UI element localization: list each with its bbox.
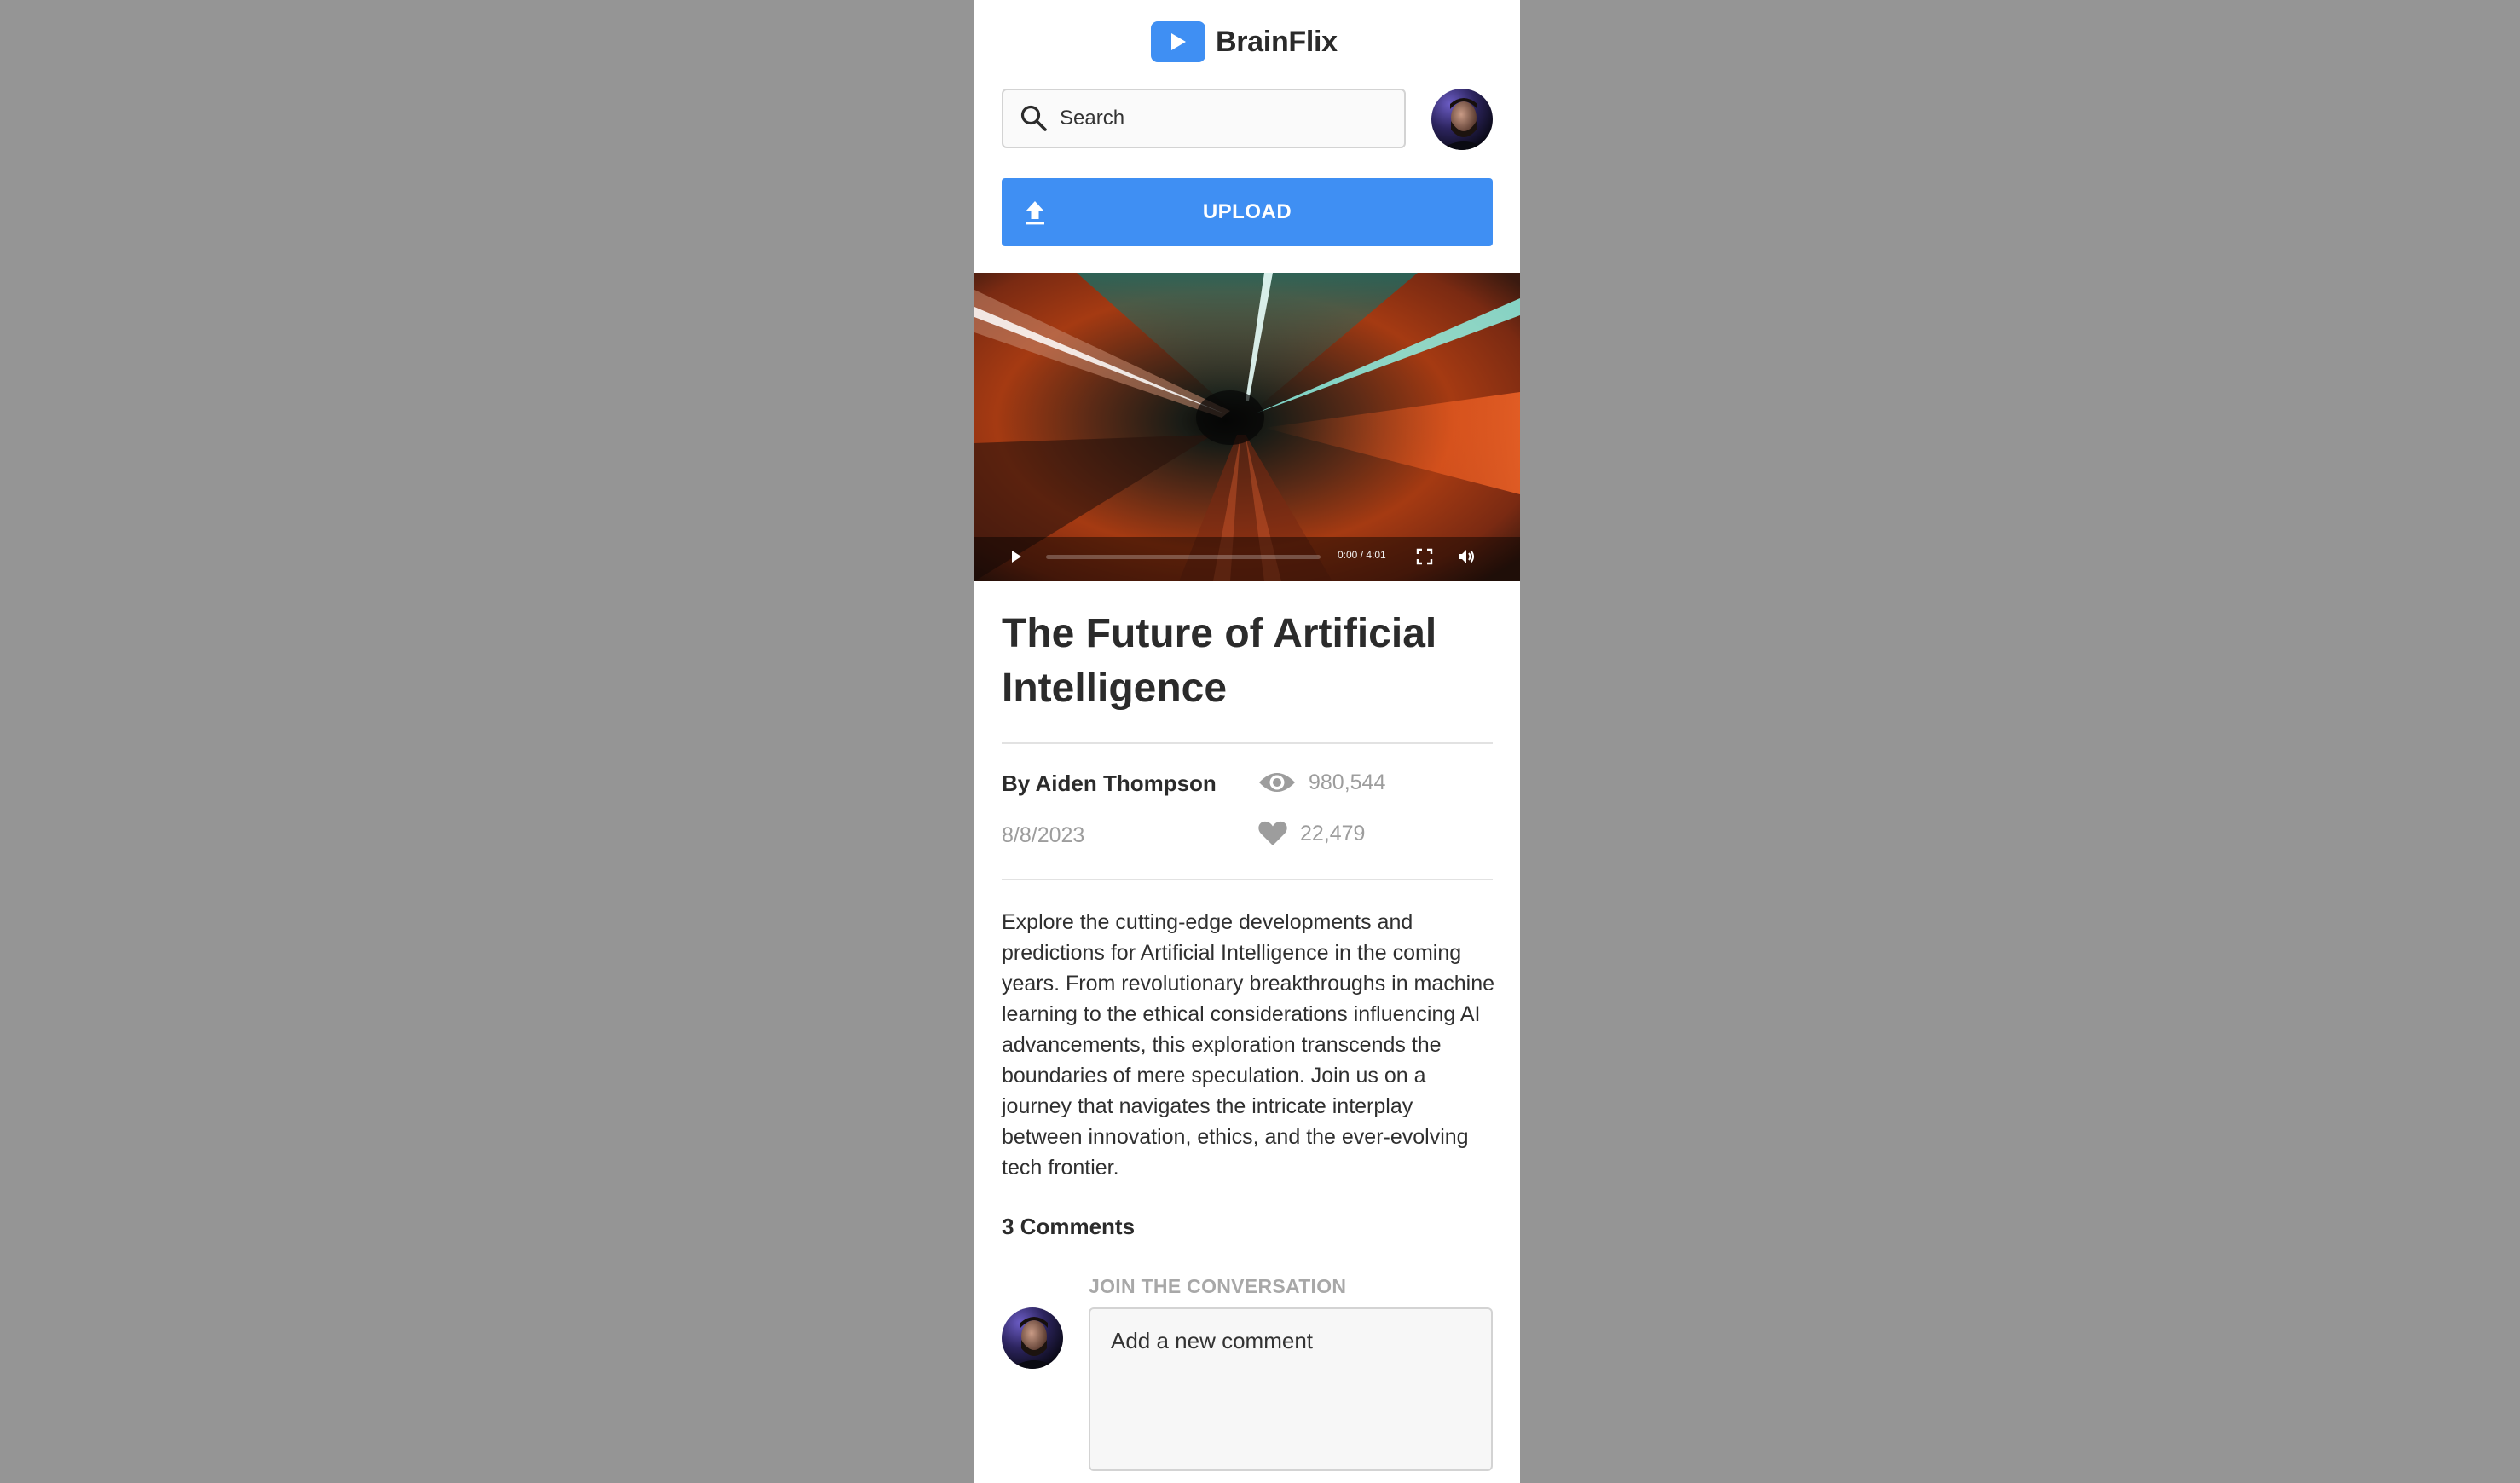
video-player[interactable]: 0:00 / 4:01 bbox=[974, 273, 1520, 581]
video-thumbnail bbox=[974, 273, 1520, 581]
search-input[interactable] bbox=[1060, 101, 1384, 136]
video-title: The Future of Artificial Intelligence bbox=[1002, 611, 1437, 711]
play-icon[interactable] bbox=[1009, 549, 1024, 564]
site-header: BrainFlix bbox=[974, 0, 1520, 85]
video-time: 0:00 / 4:01 bbox=[1338, 549, 1386, 561]
search-icon bbox=[1020, 105, 1047, 131]
upload-icon bbox=[1026, 201, 1044, 225]
likes-stat: 22,479 bbox=[1257, 820, 1365, 847]
comment-input[interactable] bbox=[1089, 1307, 1493, 1471]
upload-label: UPLOAD bbox=[1202, 200, 1292, 223]
views-count: 980,544 bbox=[1309, 770, 1386, 794]
upload-button[interactable]: UPLOAD bbox=[1002, 178, 1493, 246]
likes-count: 22,479 bbox=[1300, 821, 1366, 845]
video-controls: 0:00 / 4:01 bbox=[1000, 542, 1494, 571]
divider bbox=[1002, 879, 1493, 880]
play-icon bbox=[1151, 21, 1205, 62]
views-stat: 980,544 bbox=[1257, 769, 1385, 796]
fullscreen-icon[interactable] bbox=[1416, 548, 1433, 565]
comment-form-label: JOIN THE CONVERSATION bbox=[1089, 1275, 1347, 1297]
app-page: BrainFlix Search UPLOAD 0:00 / 4:01 The … bbox=[974, 0, 1520, 1483]
heart-icon[interactable] bbox=[1257, 820, 1288, 847]
eye-icon bbox=[1259, 773, 1295, 792]
user-avatar[interactable] bbox=[1431, 89, 1493, 150]
brand-logo[interactable]: BrainFlix bbox=[1151, 20, 1338, 63]
search-bar[interactable] bbox=[1002, 89, 1406, 148]
brand-name: BrainFlix bbox=[1216, 25, 1338, 58]
volume-icon[interactable] bbox=[1457, 547, 1476, 566]
video-description: Explore the cutting-edge developments an… bbox=[1002, 910, 1495, 1180]
commenter-avatar bbox=[1002, 1307, 1063, 1369]
video-date: 8/8/2023 bbox=[1002, 823, 1085, 847]
comments-count: 3 Comments bbox=[1002, 1214, 1136, 1239]
video-author: By Aiden Thompson bbox=[1002, 770, 1217, 796]
divider bbox=[1002, 742, 1493, 744]
video-scrubber[interactable] bbox=[1046, 555, 1321, 559]
